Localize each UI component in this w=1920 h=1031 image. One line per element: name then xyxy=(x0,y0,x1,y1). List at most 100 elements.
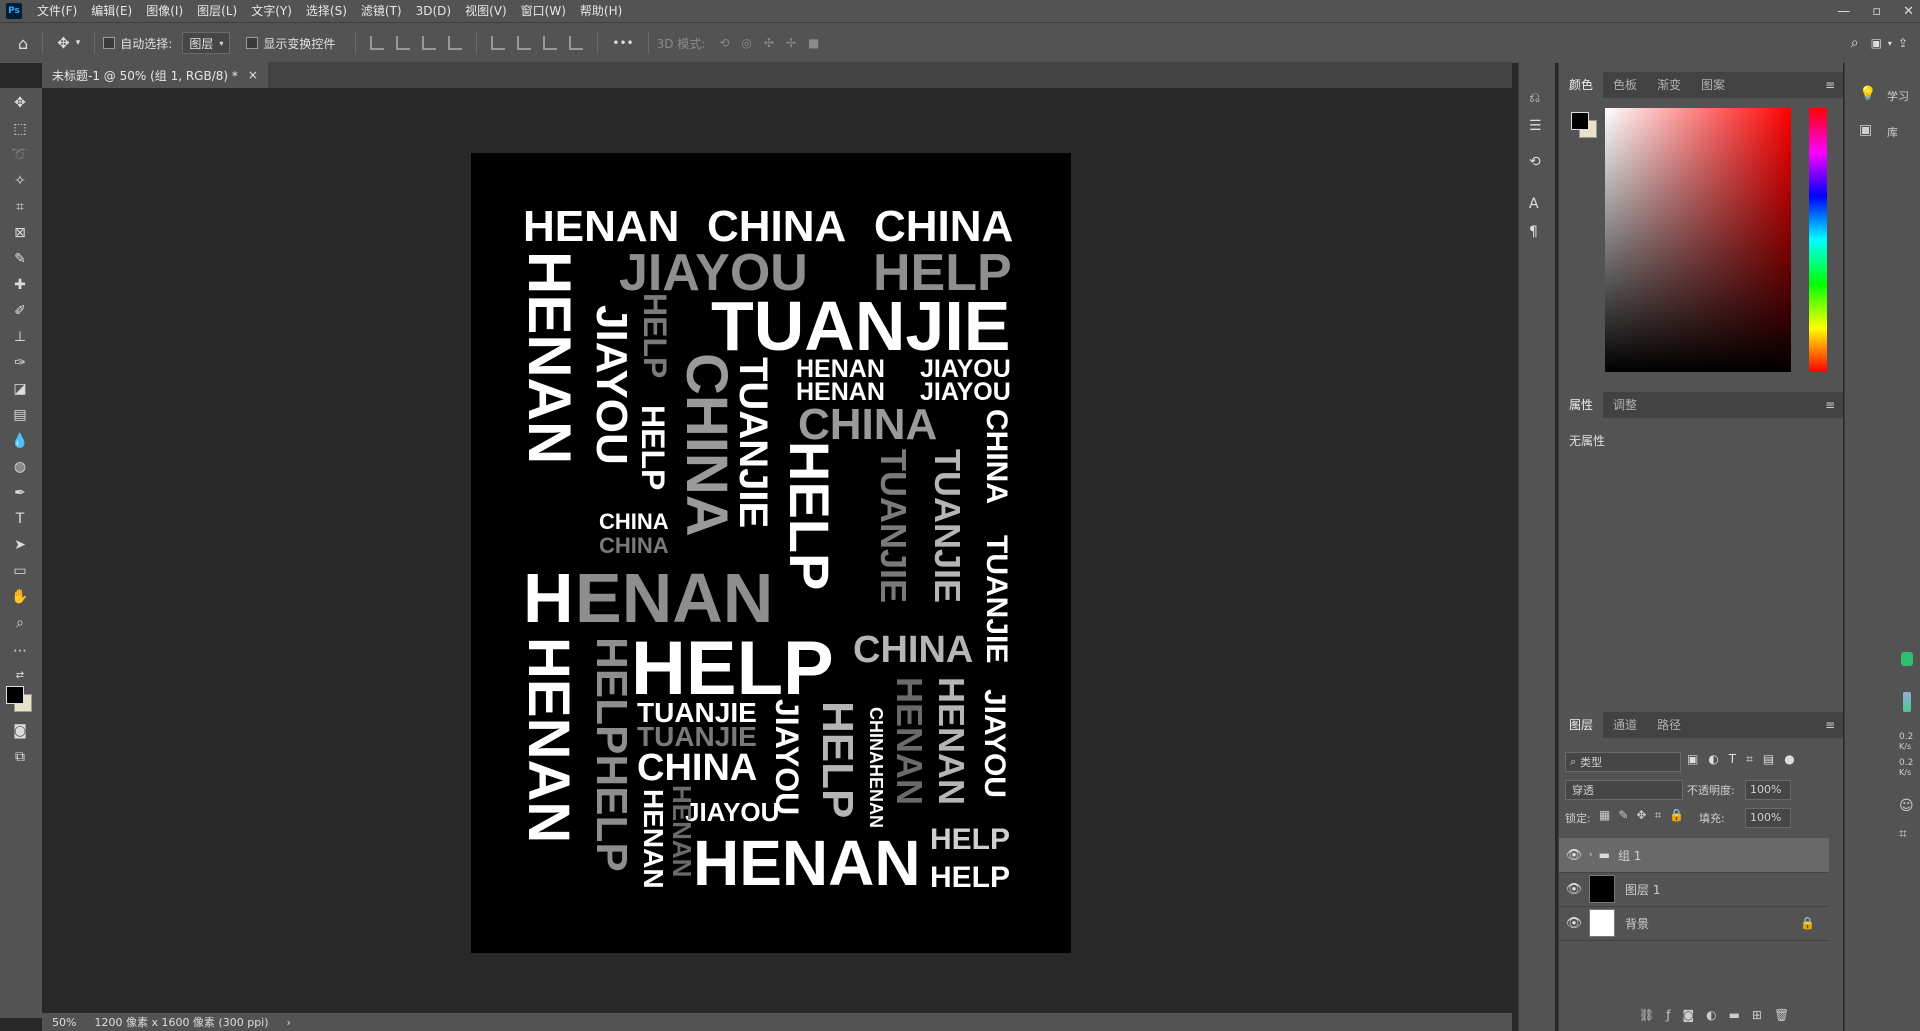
lock-icon[interactable]: 🔒 xyxy=(1800,916,1815,930)
blend-mode-dropdown[interactable]: 穿透 xyxy=(1565,780,1683,800)
show-transform-checkbox[interactable] xyxy=(246,37,259,49)
home-icon[interactable]: ⌂ xyxy=(18,34,28,53)
move-tool-icon[interactable]: ✥ xyxy=(57,34,70,52)
history-icon[interactable]: ⎌ xyxy=(1529,90,1540,106)
paragraph-icon[interactable]: ¶ xyxy=(1529,224,1538,240)
menu-help[interactable]: 帮助(H) xyxy=(573,0,629,22)
align-top-icon[interactable] xyxy=(491,36,506,50)
panel-menu-icon[interactable]: ≡ xyxy=(1825,398,1835,412)
eye-icon[interactable]: 👁 xyxy=(1559,916,1589,931)
color-picker-field[interactable] xyxy=(1605,108,1791,372)
layer-row[interactable]: 👁 图层 1 xyxy=(1559,872,1829,907)
tab-color[interactable]: 颜色 xyxy=(1559,72,1604,98)
crop-tool-icon[interactable]: ⌗ xyxy=(10,198,30,216)
clone-stamp-icon[interactable]: ⊥ xyxy=(10,328,30,346)
status-arrow-icon[interactable]: › xyxy=(287,1016,291,1029)
fill-input[interactable]: 100% xyxy=(1745,808,1791,828)
panel-menu-icon[interactable]: ≡ xyxy=(1825,78,1835,92)
layer-row[interactable]: 👁 › ▬ 组 1 xyxy=(1559,838,1829,873)
distribute-vertical-icon[interactable] xyxy=(569,36,584,50)
type-tool-icon[interactable]: T xyxy=(10,510,30,528)
distribute-icon[interactable] xyxy=(448,36,463,50)
eyedropper-icon[interactable]: ✎ xyxy=(10,250,30,268)
history-brush-icon[interactable]: ✑ xyxy=(10,354,30,372)
library-icon[interactable]: ▣ xyxy=(1859,122,1872,138)
brush-tool-icon[interactable]: ✐ xyxy=(10,302,30,320)
more-options-button[interactable]: ••• xyxy=(612,36,633,50)
menu-layer[interactable]: 图层(L) xyxy=(190,0,244,22)
adjustments-icon[interactable]: ☰ xyxy=(1529,118,1542,134)
3d-pan-icon[interactable]: ✣ xyxy=(764,36,774,50)
layer-filter-icons[interactable]: ▣◐T⌗▤● xyxy=(1687,752,1805,767)
tab-layers[interactable]: 图层 xyxy=(1559,712,1604,738)
tab-patterns[interactable]: 图案 xyxy=(1691,72,1735,98)
align-bottom-icon[interactable] xyxy=(543,36,558,50)
swap-colors-icon[interactable]: ⇄ xyxy=(10,666,30,684)
move-tool-icon[interactable]: ✥ xyxy=(10,94,30,112)
opacity-input[interactable]: 100% xyxy=(1745,780,1791,800)
chevron-down-icon[interactable]: ▾ xyxy=(1888,39,1892,48)
foreground-color-swatch[interactable] xyxy=(1571,112,1589,130)
menu-type[interactable]: 文字(Y) xyxy=(244,0,299,22)
panel-menu-icon[interactable]: ≡ xyxy=(1825,718,1835,732)
search-icon[interactable]: ⌕ xyxy=(1851,35,1859,51)
chat-icon[interactable]: ☺ xyxy=(1899,798,1914,814)
align-right-icon[interactable] xyxy=(422,36,437,50)
restore-button[interactable]: ▫ xyxy=(1872,4,1881,19)
tab-paths[interactable]: 路径 xyxy=(1647,712,1691,738)
quick-mask-icon[interactable]: ◙ xyxy=(10,722,30,740)
3d-camera-icon[interactable]: ■ xyxy=(808,36,819,50)
learn-label[interactable]: 学习 xyxy=(1887,88,1909,104)
3d-roll-icon[interactable]: ◎ xyxy=(741,36,751,50)
align-center-icon[interactable] xyxy=(396,36,411,50)
frame-tool-icon[interactable]: ⊠ xyxy=(10,224,30,242)
magic-wand-icon[interactable]: ✧ xyxy=(10,172,30,190)
rectangle-tool-icon[interactable]: ▭ xyxy=(10,562,30,580)
tab-adjustments[interactable]: 调整 xyxy=(1603,392,1647,418)
marquee-tool-icon[interactable]: ⬚ xyxy=(10,120,30,138)
layer-actions[interactable]: ⛓ƒ◙◐▬⊞🗑 xyxy=(1639,1008,1801,1022)
menu-edit[interactable]: 编辑(E) xyxy=(84,0,139,22)
screen-mode-icon[interactable]: ⧉ xyxy=(10,748,30,766)
eye-icon[interactable]: 👁 xyxy=(1559,848,1589,863)
close-window-button[interactable]: ✕ xyxy=(1903,4,1914,19)
close-tab-icon[interactable]: × xyxy=(248,68,258,82)
pen-tool-icon[interactable]: ✒ xyxy=(10,484,30,502)
crop-icon[interactable]: ⌗ xyxy=(1899,826,1907,842)
align-middle-icon[interactable] xyxy=(517,36,532,50)
chevron-down-icon[interactable]: ▾ xyxy=(76,38,81,48)
library-label[interactable]: 库 xyxy=(1887,124,1898,140)
eraser-tool-icon[interactable]: ◪ xyxy=(10,380,30,398)
layer-filter-dropdown[interactable]: ⌕ 类型 xyxy=(1565,752,1681,772)
gradient-tool-icon[interactable]: ▤ xyxy=(10,406,30,424)
auto-select-checkbox[interactable] xyxy=(103,37,116,49)
3d-orbit-icon[interactable]: ⟲ xyxy=(719,36,729,50)
actions-icon[interactable]: ⟲ xyxy=(1529,154,1541,170)
dodge-tool-icon[interactable]: ◍ xyxy=(10,458,30,476)
character-icon[interactable]: A xyxy=(1529,196,1539,212)
share-icon[interactable]: ⇪ xyxy=(1898,36,1908,50)
document-canvas[interactable]: HENAN CHINA CHINA JIAYOU HELP TUANJIE HE… xyxy=(471,153,1071,953)
document-tab[interactable]: 未标题-1 @ 50% (组 1, RGB/8) * × xyxy=(42,62,268,88)
menu-select[interactable]: 选择(S) xyxy=(299,0,354,22)
shield-icon[interactable] xyxy=(1901,652,1913,666)
layer-row[interactable]: 👁 背景 🔒 xyxy=(1559,906,1829,941)
minimize-button[interactable]: — xyxy=(1837,4,1850,19)
blur-tool-icon[interactable]: 💧 xyxy=(10,432,30,450)
menu-3d[interactable]: 3D(D) xyxy=(409,0,458,22)
tab-gradients[interactable]: 渐变 xyxy=(1647,72,1691,98)
lock-icons[interactable]: ▦✎✥⌗🔒 xyxy=(1599,808,1692,823)
menu-view[interactable]: 视图(V) xyxy=(458,0,514,22)
menu-window[interactable]: 窗口(W) xyxy=(514,0,573,22)
lightbulb-icon[interactable]: 💡 xyxy=(1859,86,1876,102)
tab-properties[interactable]: 属性 xyxy=(1559,392,1604,418)
3d-slide-icon[interactable]: ✢ xyxy=(786,36,796,50)
align-left-icon[interactable] xyxy=(370,36,385,50)
more-tools-icon[interactable]: ⋯ xyxy=(10,642,30,660)
lasso-tool-icon[interactable]: ➰ xyxy=(10,146,30,164)
auto-select-dropdown[interactable]: 图层 ▾ xyxy=(182,32,231,54)
menu-filter[interactable]: 滤镜(T) xyxy=(354,0,409,22)
zoom-level[interactable]: 50% xyxy=(52,1016,76,1029)
eye-icon[interactable]: 👁 xyxy=(1559,882,1589,897)
chevron-right-icon[interactable]: › xyxy=(1589,850,1593,860)
